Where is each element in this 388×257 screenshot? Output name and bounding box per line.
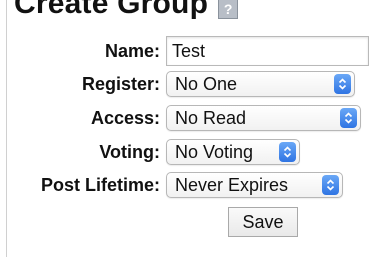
name-field[interactable] (166, 36, 369, 66)
chevron-updown-icon (279, 142, 296, 162)
register-row: Register: (0, 71, 160, 97)
name-row: Name: (0, 36, 160, 66)
voting-label: Voting: (99, 141, 160, 162)
chevron-updown-icon (334, 74, 351, 94)
title-row: Create Group ? (14, 0, 239, 22)
post-lifetime-row: Post Lifetime: (0, 172, 160, 198)
register-select[interactable]: No One (166, 71, 355, 97)
page-title: Create Group (14, 0, 209, 20)
help-icon[interactable]: ? (218, 0, 239, 19)
chevron-updown-icon (322, 175, 339, 195)
access-row: Access: (0, 105, 160, 131)
save-button[interactable]: Save (228, 207, 298, 237)
name-label: Name: (104, 40, 160, 61)
voting-select[interactable]: No Voting (166, 139, 300, 165)
post-lifetime-select-value: Never Expires (175, 174, 289, 195)
post-lifetime-label: Post Lifetime: (40, 174, 160, 195)
access-select-value: No Read (175, 107, 247, 128)
voting-select-value: No Voting (175, 141, 254, 162)
create-group-page: Create Group ? Name: Register: No One Ac… (0, 0, 388, 257)
voting-row: Voting: (0, 139, 160, 165)
post-lifetime-select[interactable]: Never Expires (166, 172, 343, 198)
access-select[interactable]: No Read (166, 105, 361, 131)
register-label: Register: (81, 73, 160, 94)
register-select-value: No One (175, 73, 238, 94)
access-label: Access: (90, 107, 160, 128)
chevron-updown-icon (340, 108, 357, 128)
